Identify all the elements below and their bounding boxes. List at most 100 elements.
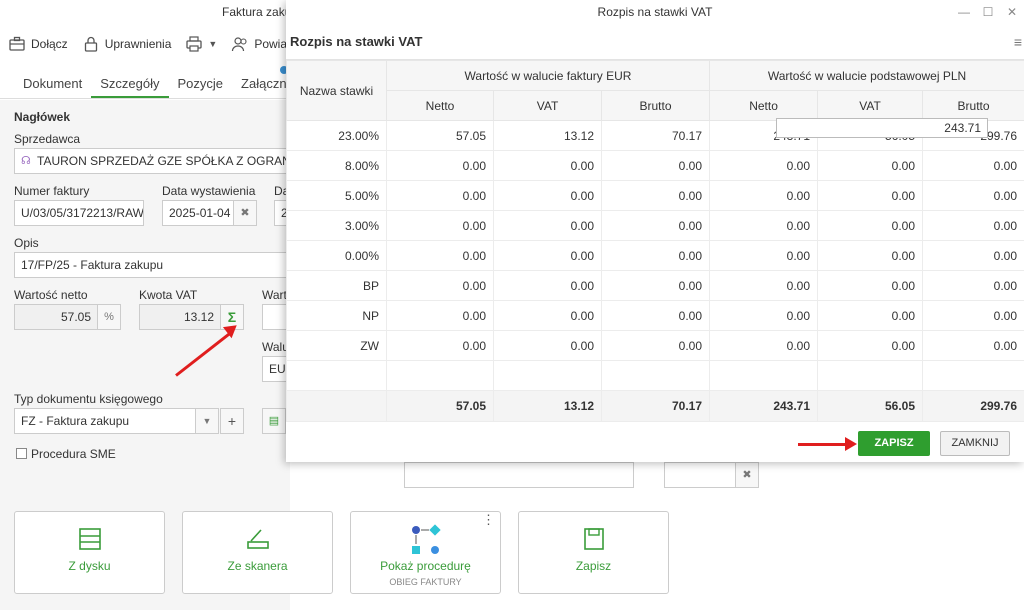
tab-dokument[interactable]: Dokument: [14, 70, 91, 98]
close-button[interactable]: ZAMKNIJ: [940, 431, 1010, 456]
value-cell[interactable]: 0.00: [600, 240, 711, 271]
description-field[interactable]: 17/FP/25 - Faktura zakupu: [14, 252, 290, 278]
table-row[interactable]: 5.00% 0.00 0.00 0.00 0.00 0.00 0.00: [286, 180, 1024, 211]
sme-checkbox[interactable]: [16, 448, 27, 459]
value-cell[interactable]: 0.00: [600, 300, 711, 331]
doc-type-label: Typ dokumentu księgowego: [14, 392, 163, 406]
value-cell[interactable]: 0.00: [817, 210, 924, 241]
value-cell[interactable]: 0.00: [386, 270, 494, 301]
value-cell[interactable]: 0.00: [817, 330, 924, 361]
value-cell[interactable]: 0.00: [709, 300, 819, 331]
workflow-icon: [351, 524, 500, 554]
value-cell[interactable]: 0.00: [493, 300, 602, 331]
value-cell[interactable]: 0.00: [709, 210, 819, 241]
tab-szczegoly[interactable]: Szczegóły: [91, 70, 169, 98]
value-cell[interactable]: 0.00: [386, 150, 494, 181]
percent-button[interactable]: %: [97, 304, 121, 330]
value-cell[interactable]: 0.00: [709, 240, 819, 271]
col-invoice-vat[interactable]: VAT: [493, 90, 602, 121]
value-cell[interactable]: 0.00: [817, 150, 924, 181]
value-cell[interactable]: 0.00: [493, 330, 602, 361]
menu-icon[interactable]: ≡: [1014, 24, 1022, 60]
col-base-gross[interactable]: Brutto: [922, 90, 1024, 121]
col-rate-header[interactable]: Nazwa stawki: [286, 60, 387, 121]
value-cell[interactable]: 0.00: [922, 150, 1024, 181]
value-cell[interactable]: 0.00: [600, 270, 711, 301]
value-cell[interactable]: 70.17: [600, 120, 711, 151]
minimize-icon[interactable]: —: [952, 0, 976, 24]
vat-amount-field[interactable]: 13.12: [139, 304, 221, 330]
table-row[interactable]: NP 0.00 0.00 0.00 0.00 0.00 0.00: [286, 300, 1024, 331]
value-cell[interactable]: 0.00: [493, 180, 602, 211]
issue-date-field[interactable]: 2025-01-04: [162, 200, 234, 226]
value-cell[interactable]: 0.00: [386, 180, 494, 211]
value-cell[interactable]: 0.00: [817, 300, 924, 331]
col-base-vat[interactable]: VAT: [817, 90, 924, 121]
dropdown-icon[interactable]: ▼: [195, 408, 219, 434]
show-procedure-card[interactable]: ⋮ Pokaż procedurę OBIEG FAKTURY: [350, 511, 501, 594]
briefcase-icon: [9, 36, 25, 51]
value-cell[interactable]: 0.00: [922, 180, 1024, 211]
value-cell[interactable]: 0.00: [493, 270, 602, 301]
value-cell[interactable]: 57.05: [386, 120, 494, 151]
value-cell[interactable]: 0.00: [386, 300, 494, 331]
link-button[interactable]: Powia: [231, 35, 287, 53]
doc-type-select[interactable]: FZ - Faktura zakupu: [14, 408, 196, 434]
net-value-field[interactable]: 57.05: [14, 304, 98, 330]
value-cell[interactable]: 0.00: [709, 150, 819, 181]
value-cell[interactable]: 13.12: [493, 120, 602, 151]
table-row[interactable]: 0.00% 0.00 0.00 0.00 0.00 0.00 0.00: [286, 240, 1024, 271]
table-row[interactable]: BP 0.00 0.00 0.00 0.00 0.00 0.00: [286, 270, 1024, 301]
tab-pozycje[interactable]: Pozycje: [169, 70, 233, 98]
print-button[interactable]: ▼: [185, 35, 217, 53]
from-disk-card[interactable]: Z dysku: [14, 511, 165, 594]
lower-field-b[interactable]: [664, 462, 736, 488]
clear-date-icon[interactable]: ✖: [233, 200, 257, 226]
value-cell[interactable]: 0.00: [386, 210, 494, 241]
value-cell[interactable]: 0.00: [600, 180, 711, 211]
save-button[interactable]: ZAPISZ: [858, 431, 930, 456]
col-base-net[interactable]: Netto: [709, 90, 819, 121]
close-icon[interactable]: ✕: [1000, 0, 1024, 24]
value-cell[interactable]: 0.00: [600, 330, 711, 361]
value-cell[interactable]: 0.00: [922, 210, 1024, 241]
value-cell[interactable]: 0.00: [493, 240, 602, 271]
table-row[interactable]: ZW 0.00 0.00 0.00 0.00 0.00 0.00: [286, 330, 1024, 361]
more-options-icon[interactable]: ⋮: [482, 513, 495, 526]
permissions-button[interactable]: Uprawnienia: [82, 35, 171, 53]
totals-row: 57.05 13.12 70.17 243.71 56.05 299.76: [286, 390, 1024, 422]
save-card[interactable]: Zapisz: [518, 511, 669, 594]
value-cell[interactable]: 0.00: [817, 240, 924, 271]
from-scanner-card[interactable]: Ze skanera: [182, 511, 333, 594]
value-cell[interactable]: 0.00: [386, 330, 494, 361]
invoice-number-field[interactable]: U/03/05/3172213/RAW: [14, 200, 144, 226]
users-icon: [232, 37, 247, 52]
col-invoice-net[interactable]: Netto: [386, 90, 494, 121]
value-cell[interactable]: 0.00: [709, 180, 819, 211]
value-cell[interactable]: 0.00: [709, 330, 819, 361]
value-cell[interactable]: 0.00: [493, 210, 602, 241]
value-cell[interactable]: 0.00: [817, 180, 924, 211]
lower-field-a[interactable]: [404, 462, 634, 488]
value-cell[interactable]: 0.00: [600, 210, 711, 241]
attach-button[interactable]: Dołącz: [8, 35, 68, 53]
seller-field[interactable]: ☊ TAURON SPRZEDAŻ GZE SPÓŁKA Z OGRANICZO…: [14, 148, 290, 174]
tab-divider: [0, 98, 290, 99]
value-cell[interactable]: 0.00: [922, 270, 1024, 301]
value-cell[interactable]: 0.00: [493, 150, 602, 181]
cell-edit-tooltip[interactable]: 243.71: [776, 118, 988, 138]
maximize-icon[interactable]: ☐: [976, 0, 1000, 24]
col-invoice-gross[interactable]: Brutto: [600, 90, 711, 121]
value-cell[interactable]: 0.00: [817, 270, 924, 301]
value-cell[interactable]: 0.00: [922, 300, 1024, 331]
table-row[interactable]: 3.00% 0.00 0.00 0.00 0.00 0.00 0.00: [286, 210, 1024, 241]
add-icon[interactable]: +: [220, 408, 244, 434]
clear-icon[interactable]: ✖: [735, 462, 759, 488]
value-cell[interactable]: 0.00: [600, 150, 711, 181]
value-cell[interactable]: 0.00: [709, 270, 819, 301]
value-cell[interactable]: 0.00: [922, 330, 1024, 361]
value-cell[interactable]: 0.00: [922, 240, 1024, 271]
table-row[interactable]: 8.00% 0.00 0.00 0.00 0.00 0.00 0.00: [286, 150, 1024, 181]
value-cell[interactable]: 0.00: [386, 240, 494, 271]
document-icon[interactable]: ▤: [262, 408, 286, 434]
